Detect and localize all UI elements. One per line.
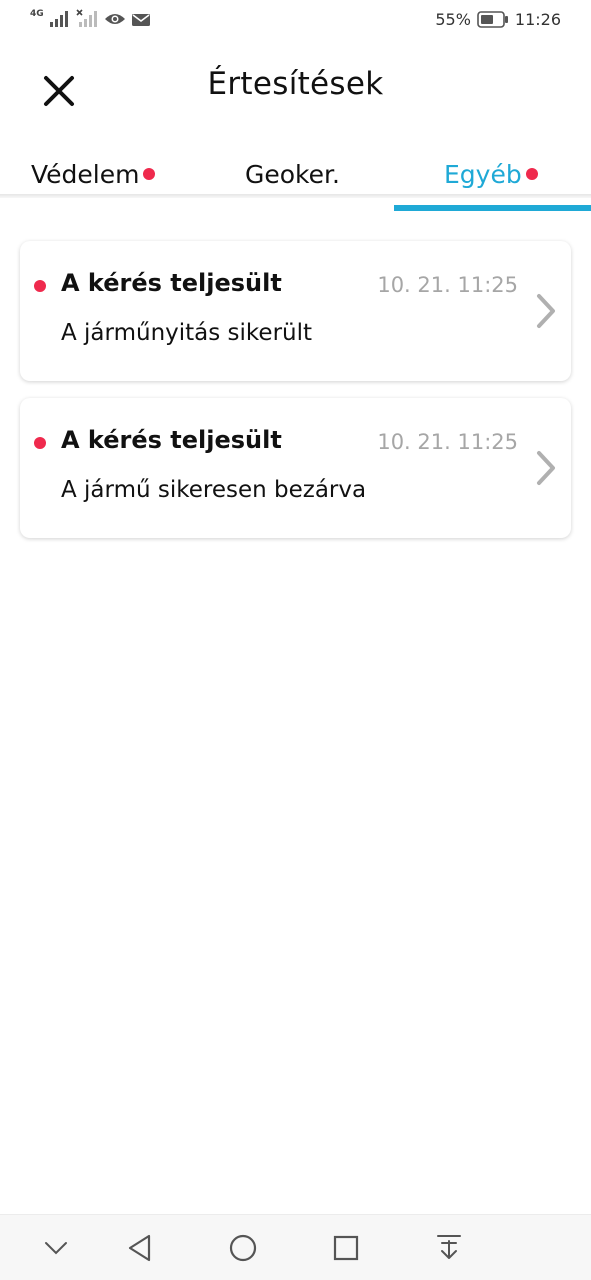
unread-dot: [34, 280, 46, 292]
notification-time: 10. 21. 11:25: [377, 273, 518, 297]
nav-notifications-icon: [437, 1235, 461, 1259]
battery-icon: [477, 11, 508, 28]
notification-card[interactable]: A kérés teljesült 10. 21. 11:25 A jármű …: [20, 398, 571, 538]
nav-back-icon: [128, 1234, 151, 1262]
notification-time: 10. 21. 11:25: [377, 430, 518, 454]
battery-percent: 55%: [435, 10, 471, 29]
notification-list: A kérés teljesült 10. 21. 11:25 A járműn…: [20, 241, 571, 555]
unread-dot: [34, 437, 46, 449]
notification-message: A járműnyitás sikerült: [61, 320, 313, 346]
unread-dot: [143, 168, 156, 180]
tab-label: Védelem: [31, 159, 140, 189]
unread-dot: [525, 168, 538, 180]
status-bar: 4G 55% 11:26: [0, 0, 591, 42]
tab-label: Geoker.: [245, 159, 340, 189]
nav-notifications-button[interactable]: [432, 1231, 466, 1265]
status-icons-left: 4G: [30, 9, 150, 27]
active-tab-indicator: [394, 205, 591, 211]
chevron-right-icon: [537, 451, 555, 485]
status-icons-right: 55% 11:26: [435, 10, 561, 29]
tab-bar: Védelem Geoker. Egyéb: [0, 142, 591, 212]
nav-collapse-icon: [45, 1242, 67, 1255]
network-type-label: 4G: [30, 9, 44, 19]
signal-no-service-icon: [76, 9, 97, 27]
tab-label: Egyéb: [444, 159, 522, 189]
nav-recents-icon: [333, 1235, 359, 1261]
notification-title: A kérés teljesült: [61, 269, 282, 297]
page-title: Értesítések: [207, 66, 384, 102]
chevron-right-icon: [537, 294, 555, 328]
mail-icon: [131, 14, 150, 26]
nav-home-button[interactable]: [226, 1231, 260, 1265]
eye-icon: [104, 14, 125, 24]
tab-vedelem[interactable]: Védelem: [31, 154, 156, 194]
header: Értesítések: [0, 42, 591, 142]
nav-recents-button[interactable]: [329, 1231, 363, 1265]
nav-back-button[interactable]: [123, 1231, 157, 1265]
tab-egyeb[interactable]: Egyéb: [444, 154, 538, 194]
signal-icon: [49, 11, 68, 27]
notification-message: A jármű sikeresen bezárva: [61, 477, 367, 503]
system-nav-bar: [0, 1214, 591, 1280]
notification-card[interactable]: A kérés teljesült 10. 21. 11:25 A járműn…: [20, 241, 571, 381]
notification-title: A kérés teljesült: [61, 426, 282, 454]
tabs-divider: [0, 194, 591, 198]
tab-geoker[interactable]: Geoker.: [245, 154, 340, 194]
nav-home-icon: [229, 1234, 257, 1262]
status-time: 11:26: [514, 10, 561, 29]
nav-collapse-button[interactable]: [39, 1231, 73, 1265]
